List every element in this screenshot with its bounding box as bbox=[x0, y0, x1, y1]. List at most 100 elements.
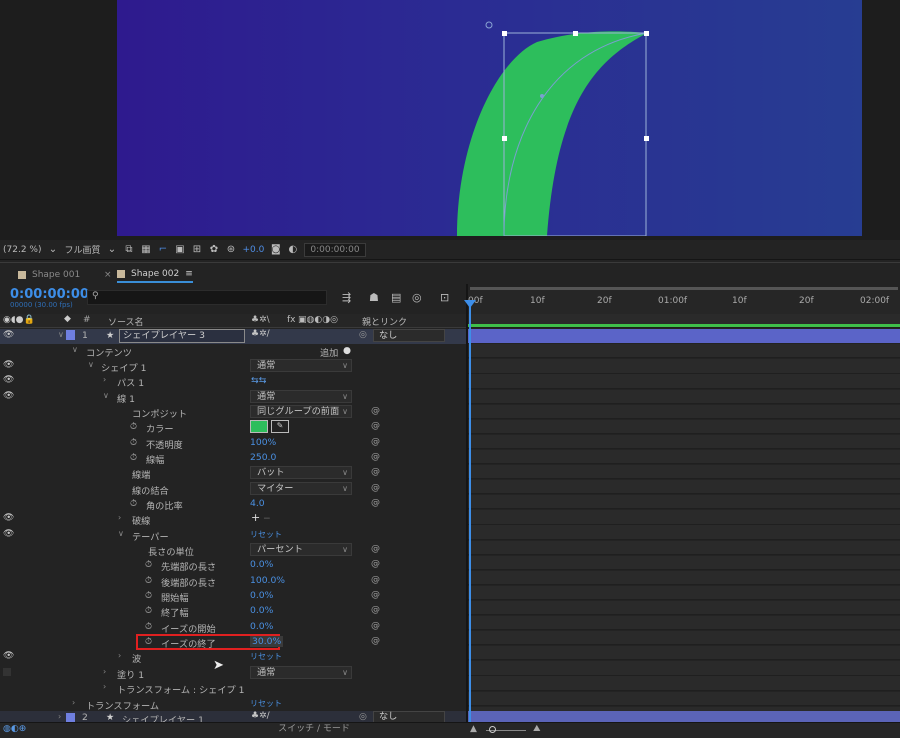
chevron-right-icon[interactable]: › bbox=[58, 712, 61, 721]
chevron-down-icon[interactable]: ∨ bbox=[72, 345, 78, 354]
layer-tracks[interactable] bbox=[468, 314, 900, 722]
track-row[interactable] bbox=[468, 495, 900, 510]
blend-mode-dropdown[interactable]: 通常 bbox=[250, 359, 352, 372]
expression-icon[interactable]: @ bbox=[371, 636, 380, 646]
shape-transform-row[interactable]: › トランスフォーム : シェイプ 1 bbox=[0, 681, 466, 696]
miter-row[interactable]: ⏱ 角の比率 4.0 @ bbox=[0, 497, 466, 512]
transparency-grid-icon[interactable]: ▦ bbox=[141, 244, 152, 255]
path-direction-icon[interactable]: ⇆⇆ bbox=[251, 375, 266, 386]
chevron-down-icon[interactable]: ∨ bbox=[118, 529, 124, 538]
expression-icon[interactable]: @ bbox=[371, 621, 380, 631]
length-unit-row[interactable]: 長さの単位 パーセント @ bbox=[0, 543, 466, 558]
track-row[interactable] bbox=[468, 465, 900, 480]
chevron-right-icon[interactable]: › bbox=[118, 651, 121, 660]
eye-icon[interactable]: 👁 bbox=[3, 513, 14, 523]
end-width-value[interactable]: 0.0% bbox=[250, 605, 273, 616]
zoom-dropdown[interactable]: (72.2 %) bbox=[3, 245, 41, 255]
end-length-row[interactable]: ⏱ 後端部の長さ 100.0% @ bbox=[0, 574, 466, 589]
handle-middle-left[interactable] bbox=[502, 136, 507, 141]
start-width-value[interactable]: 0.0% bbox=[250, 590, 273, 601]
column-source-name[interactable]: ソース名 bbox=[108, 315, 144, 328]
label-color-swatch[interactable] bbox=[66, 713, 75, 722]
linecap-row[interactable]: 線端 バット @ bbox=[0, 466, 466, 481]
handle-top-right[interactable] bbox=[644, 31, 649, 36]
add-button[interactable]: 追加 bbox=[320, 345, 338, 359]
track-row[interactable] bbox=[468, 480, 900, 495]
end-length-value[interactable]: 100.0% bbox=[250, 575, 285, 586]
color-management-icon[interactable]: ⊛ bbox=[226, 244, 237, 255]
track-row[interactable] bbox=[468, 525, 900, 540]
timeline-timecode[interactable]: 0:00:00:00 bbox=[10, 287, 89, 302]
frame-blending-icon[interactable]: ▤ bbox=[391, 291, 401, 304]
expression-icon[interactable]: @ bbox=[371, 605, 380, 615]
track-row[interactable] bbox=[468, 419, 900, 434]
length-unit-dropdown[interactable]: パーセント bbox=[250, 543, 352, 556]
end-width-row[interactable]: ⏱ 終了幅 0.0% @ bbox=[0, 604, 466, 619]
composite-dropdown[interactable]: 同じグループの前面 bbox=[250, 405, 352, 418]
stopwatch-icon[interactable]: ⏱ bbox=[145, 590, 152, 601]
chevron-down-icon[interactable]: ⌄ bbox=[107, 244, 118, 255]
miter-value[interactable]: 4.0 bbox=[250, 498, 265, 509]
taper-reset-button[interactable]: リセット bbox=[250, 529, 282, 540]
start-length-row[interactable]: ⏱ 先端部の長さ 0.0% @ bbox=[0, 558, 466, 573]
track-row[interactable] bbox=[468, 661, 900, 676]
render-time-icon[interactable]: ◍◐⊕ bbox=[3, 724, 26, 734]
tab-shape-001[interactable]: Shape 001 bbox=[18, 267, 80, 283]
chevron-down-icon[interactable]: ∨ bbox=[103, 391, 109, 400]
start-ease-value[interactable]: 0.0% bbox=[250, 621, 273, 632]
path-vertex[interactable] bbox=[540, 94, 544, 98]
motion-blur-icon[interactable]: ◎ bbox=[412, 291, 422, 304]
expression-icon[interactable]: @ bbox=[371, 437, 380, 447]
fill1-row[interactable]: › 塗り 1 通常 bbox=[0, 666, 466, 681]
composite-row[interactable]: コンポジット 同じグループの前面 @ bbox=[0, 405, 466, 420]
play-circle-icon[interactable]: ● bbox=[343, 345, 351, 356]
comp-flowchart-icon[interactable]: ⇶ bbox=[342, 291, 351, 304]
track-row[interactable] bbox=[468, 676, 900, 691]
track-row[interactable] bbox=[468, 404, 900, 419]
viewer-timecode[interactable]: 0:00:00:00 bbox=[304, 242, 366, 257]
visibility-toggle[interactable] bbox=[3, 668, 11, 676]
expression-icon[interactable]: @ bbox=[371, 452, 380, 462]
chevron-down-icon[interactable]: ∨ bbox=[88, 360, 94, 369]
zoom-out-icon[interactable]: ▲ bbox=[470, 724, 477, 734]
chevron-right-icon[interactable]: › bbox=[103, 375, 106, 384]
stroke-width-value[interactable]: 250.0 bbox=[250, 452, 276, 463]
chevron-right-icon[interactable]: › bbox=[103, 667, 106, 676]
snapshot-region-icon[interactable]: ⧉ bbox=[124, 244, 135, 255]
stopwatch-icon[interactable]: ⏱ bbox=[130, 498, 137, 509]
end-ease-row[interactable]: ⏱ イーズの終了 30.0% @ bbox=[0, 634, 466, 650]
handle-top-left[interactable] bbox=[502, 31, 507, 36]
track-row[interactable] bbox=[468, 359, 900, 374]
tab-shape-002[interactable]: Shape 002 ≡ bbox=[117, 267, 193, 283]
track-row[interactable] bbox=[468, 631, 900, 646]
start-ease-row[interactable]: ⏱ イーズの開始 0.0% @ bbox=[0, 620, 466, 635]
stopwatch-icon[interactable]: ⏱ bbox=[145, 621, 152, 632]
blend-mode-dropdown[interactable]: 通常 bbox=[250, 390, 352, 403]
resolution-dropdown[interactable]: フル画質 bbox=[64, 243, 100, 256]
chevron-down-icon[interactable]: ⌄ bbox=[47, 244, 58, 255]
safe-zones-icon[interactable]: ▣ bbox=[175, 244, 186, 255]
green-stroke-shape[interactable] bbox=[457, 31, 647, 236]
track-row[interactable] bbox=[468, 389, 900, 404]
wave-row[interactable]: 👁 › 波 リセット ➤ bbox=[0, 650, 466, 673]
stopwatch-icon[interactable]: ⏱ bbox=[145, 636, 152, 647]
time-ruler[interactable]: 00f 10f 20f 01:00f 10f 20f 02:00f bbox=[468, 290, 900, 314]
stopwatch-icon[interactable]: ⏱ bbox=[130, 437, 137, 448]
expression-icon[interactable]: @ bbox=[371, 559, 380, 569]
track-row[interactable] bbox=[468, 555, 900, 570]
add-dash-button[interactable]: + bbox=[251, 511, 260, 524]
stopwatch-icon[interactable]: ⏱ bbox=[130, 452, 137, 463]
anchor-point[interactable] bbox=[485, 21, 493, 29]
dashes-row[interactable]: 👁 › 破線 + − bbox=[0, 511, 466, 527]
grid-icon[interactable]: ⊞ bbox=[192, 244, 203, 255]
eye-icon[interactable]: 👁 bbox=[3, 529, 14, 539]
opacity-row[interactable]: ⏱ 不透明度 100% @ bbox=[0, 436, 466, 451]
layer-switch-icons[interactable]: ♣✲/ bbox=[251, 329, 270, 339]
eye-icon[interactable]: 👁 bbox=[3, 391, 14, 401]
handle-top-center[interactable] bbox=[573, 31, 578, 36]
eye-icon[interactable]: 👁 bbox=[3, 375, 14, 385]
show-snapshot-icon[interactable]: ◐ bbox=[287, 244, 298, 255]
eye-icon[interactable]: 👁 bbox=[3, 360, 14, 370]
shape1-row[interactable]: 👁 ∨ シェイプ 1 通常 bbox=[0, 359, 466, 374]
zoom-slider-handle[interactable] bbox=[489, 726, 496, 733]
